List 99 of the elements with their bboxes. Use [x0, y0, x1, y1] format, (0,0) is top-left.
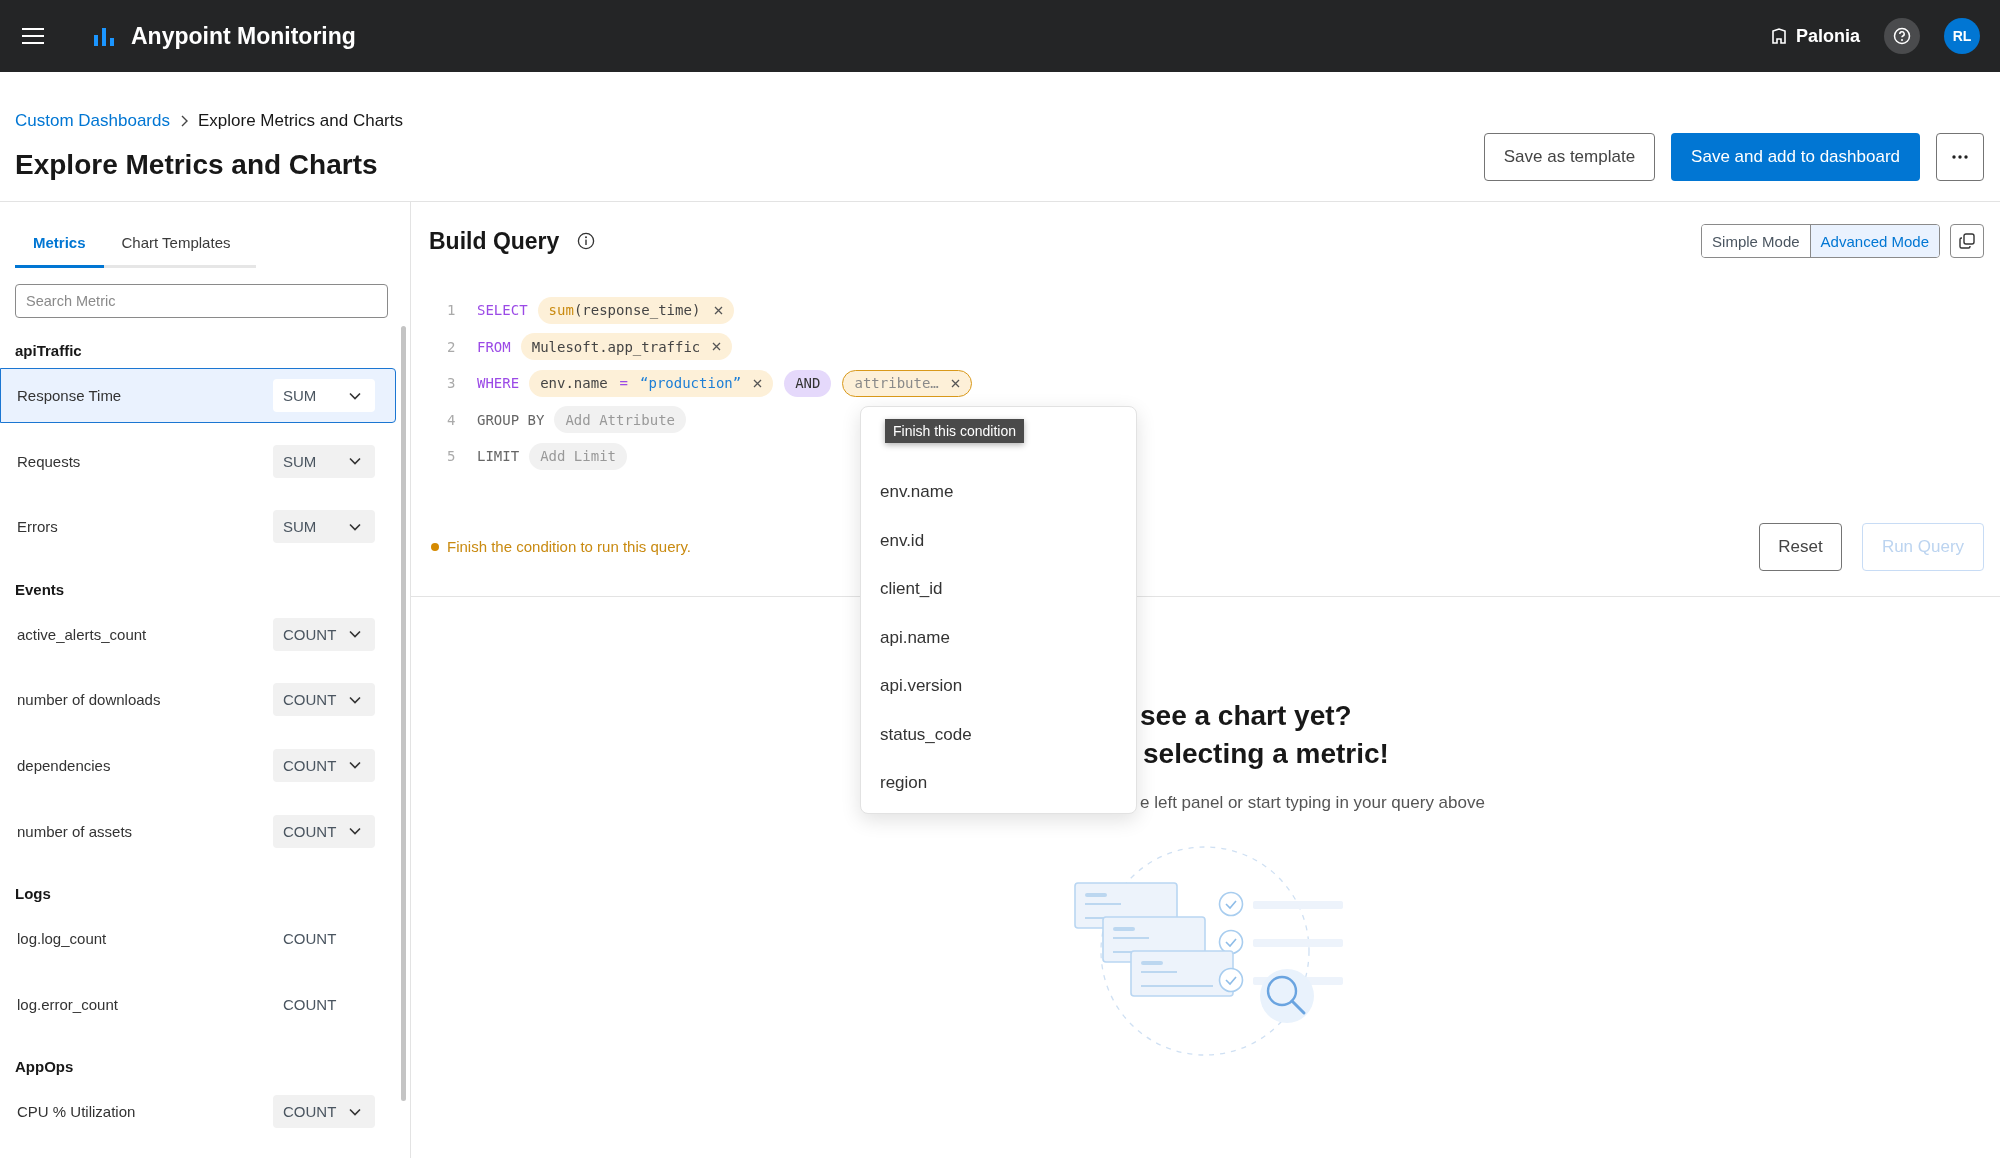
line-number: 4	[447, 411, 457, 428]
search-field[interactable]: Search Metric	[15, 284, 388, 318]
bar-chart-icon	[94, 26, 114, 46]
metric-row[interactable]: Requests SUM	[0, 433, 396, 489]
sidebar-tab[interactable]: Metrics	[15, 222, 104, 268]
warning-message: Finish the condition to run this query.	[447, 538, 692, 555]
help-icon	[1893, 27, 1911, 45]
metric-name: CPU % Utilization	[17, 1103, 136, 1121]
info-icon[interactable]	[577, 232, 596, 250]
org-switcher[interactable]: Palonia	[1771, 25, 1860, 47]
dropdown-option[interactable]: api.name	[880, 613, 1136, 662]
warning-dot-icon	[431, 542, 439, 551]
page-title: Explore Metrics and Charts	[15, 149, 379, 181]
save-template-button[interactable]: Save as template	[1483, 133, 1656, 181]
line-number: 2	[447, 338, 457, 355]
chevron-down-icon	[349, 391, 361, 400]
dropdown-option[interactable]: status_code	[880, 710, 1136, 759]
aggregation-select[interactable]: SUM	[273, 510, 375, 544]
aggregation-select[interactable]: SUM	[273, 379, 375, 412]
section-title: Build Query	[429, 227, 560, 255]
reset-button[interactable]: Reset	[1759, 522, 1842, 571]
metric-name: number of downloads	[17, 691, 161, 709]
remove-icon[interactable]	[714, 305, 724, 315]
aggregation-label: COUNT	[282, 995, 338, 1013]
metric-name: Requests	[17, 452, 81, 470]
group-heading: Events	[14, 579, 66, 600]
metric-row[interactable]: number of assets COUNT	[0, 803, 396, 859]
query-keyword: GROUP BY	[477, 411, 545, 428]
query-keyword: SELECT	[477, 302, 528, 319]
aggregation-select[interactable]: COUNT	[273, 748, 375, 782]
metric-name: dependencies	[17, 756, 111, 774]
remove-icon[interactable]	[753, 378, 763, 388]
aggregation-select[interactable]: COUNT	[273, 683, 375, 717]
chevron-down-icon	[349, 827, 361, 836]
metric-name: log.error_count	[17, 995, 118, 1013]
metric-name: Errors	[17, 518, 58, 536]
breadcrumb-link[interactable]: Custom Dashboards	[15, 111, 170, 131]
metric-row[interactable]: active_alerts_count COUNT	[0, 606, 396, 662]
dropdown-option[interactable]: api.version	[880, 662, 1136, 711]
metric-row[interactable]: Response Time SUM	[0, 368, 396, 423]
chevron-down-icon	[349, 522, 361, 531]
empty-state-heading: see a chart yet?	[1140, 698, 1353, 733]
dropdown-option[interactable]: env.name	[880, 468, 1136, 517]
line-number: 5	[447, 448, 457, 465]
metric-name: number of assets	[17, 822, 133, 840]
metric-name: Response Time	[17, 387, 122, 404]
chevron-down-icon	[349, 1107, 361, 1116]
chevron-down-icon	[349, 457, 361, 466]
table-chip[interactable]: Mulesoft.app_traffic	[520, 333, 733, 361]
chevron-down-icon	[349, 761, 361, 770]
metric-name: log.log_count	[17, 930, 107, 948]
dropdown-option[interactable]: region	[880, 759, 1136, 808]
aggregation-select[interactable]: SUM	[273, 444, 375, 478]
metric-row[interactable]: CPU % Utilization COUNT	[0, 1084, 396, 1140]
dropdown-option[interactable]: env.id	[880, 516, 1136, 565]
remove-icon[interactable]	[712, 342, 722, 352]
chevron-down-icon	[349, 630, 361, 639]
chevron-down-icon	[349, 695, 361, 704]
remove-icon[interactable]	[950, 378, 960, 388]
query-keyword: WHERE	[477, 375, 520, 392]
aggregation-select[interactable]: COUNT	[273, 1095, 375, 1129]
group-heading: apiTraffic	[14, 341, 83, 361]
empty-state-heading: selecting a metric!	[1143, 736, 1390, 771]
metric-row[interactable]: dependencies COUNT	[0, 737, 396, 793]
operator-chip[interactable]: AND	[784, 369, 832, 397]
function-chip[interactable]: sum(response_time)	[537, 296, 735, 324]
metric-row[interactable]: Errors SUM	[0, 499, 396, 555]
sidebar-tab[interactable]: Chart Templates	[103, 222, 249, 268]
copy-icon	[1959, 233, 1975, 249]
condition-chip[interactable]: env.name = “production”	[529, 369, 774, 397]
aggregation-label: COUNT	[282, 930, 338, 948]
line-number: 3	[447, 375, 457, 392]
user-avatar[interactable]: RL	[1944, 18, 1980, 54]
breadcrumb-current: Explore Metrics and Charts	[197, 111, 403, 131]
query-keyword: LIMIT	[477, 448, 520, 465]
group-heading: Logs	[14, 884, 52, 905]
building-icon	[1771, 28, 1786, 44]
aggregation-select[interactable]: COUNT	[273, 814, 375, 848]
tooltip: Finish this condition	[885, 419, 1024, 443]
menu-icon[interactable]	[22, 28, 44, 44]
group-heading: AppOps	[14, 1057, 75, 1078]
more-button[interactable]	[1936, 133, 1984, 181]
metric-row[interactable]: log.log_count COUNT	[0, 911, 396, 967]
copy-button[interactable]	[1950, 224, 1984, 258]
empty-state-text: e left panel or start typing in your query above	[1140, 792, 1486, 813]
line-number: 1	[447, 302, 457, 319]
help-button[interactable]	[1884, 18, 1920, 54]
save-to-dashboard-button[interactable]: Save and add to dashboard	[1671, 133, 1920, 181]
mode-toggle[interactable]: Advanced Mode	[1809, 225, 1939, 257]
app-title: Anypoint Monitoring	[131, 22, 356, 50]
dropdown-option[interactable]: client_id	[880, 565, 1136, 614]
metric-row[interactable]: number of downloads COUNT	[0, 672, 396, 728]
more-icon	[1952, 155, 1968, 159]
scrollbar[interactable]	[400, 326, 406, 1101]
query-keyword: FROM	[477, 338, 511, 355]
metric-name: active_alerts_count	[17, 625, 147, 643]
metric-row[interactable]: log.error_count COUNT	[0, 976, 396, 1032]
aggregation-select[interactable]: COUNT	[273, 617, 375, 651]
chevron-right-icon	[179, 115, 188, 127]
